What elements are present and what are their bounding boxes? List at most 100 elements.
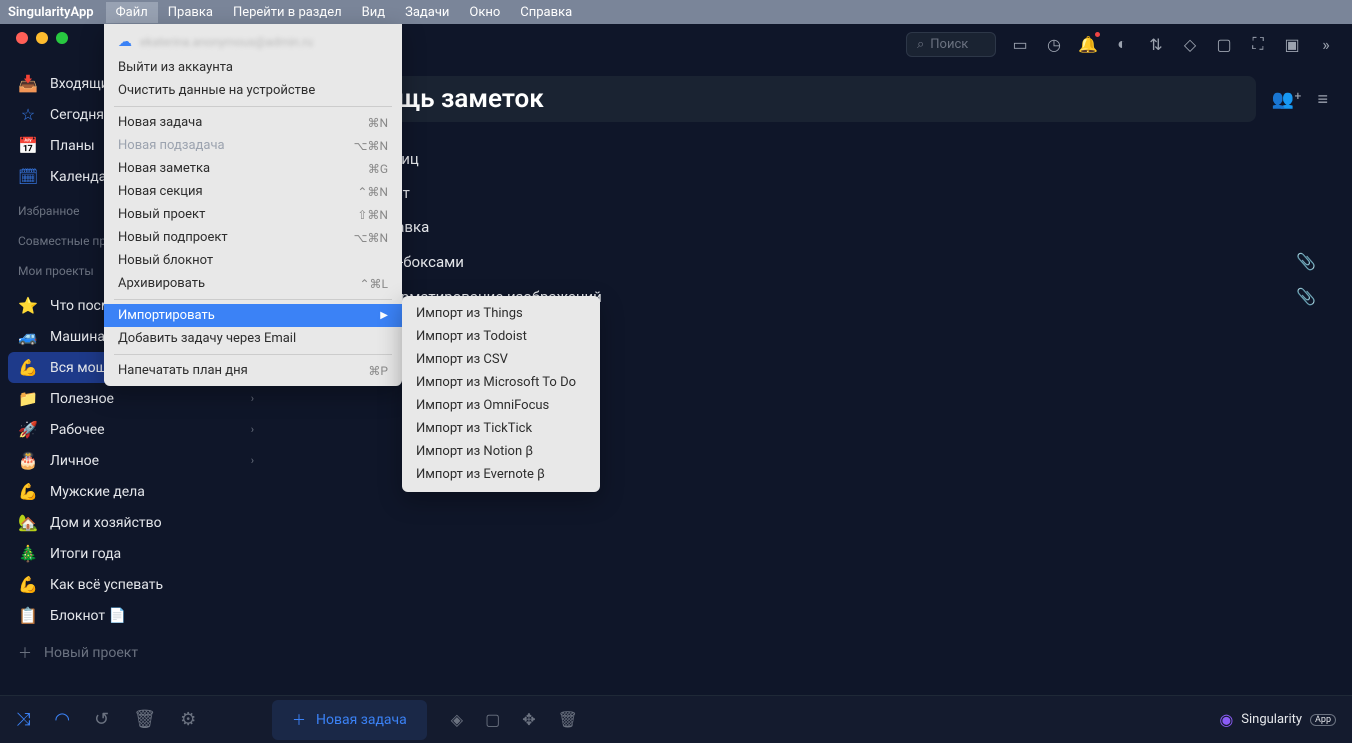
activity-icon[interactable]: ◐ (1112, 34, 1132, 54)
menu-shortcut: ⌃⌘N (357, 185, 388, 199)
account-email: ekaterina.anonymous@admin.ru (140, 35, 313, 49)
calendar-grid-icon: 🗓 (18, 167, 38, 186)
app-name: SingularityApp (8, 5, 94, 20)
file-menu-item[interactable]: Новый проект⇧⌘N (104, 203, 402, 226)
menu-import[interactable]: Импортировать ▶ (104, 304, 402, 327)
gear-icon[interactable]: ⚙ (180, 709, 196, 730)
title-actions: 👥⁺ ≡ (1272, 89, 1328, 110)
topbar: ⌕ Поиск ▭ ◷ 🔔 ◐ ⇅ ◇ ▢ ⛶ ▣ » (272, 24, 1352, 64)
import-submenu-item[interactable]: Импорт из Things (402, 302, 600, 325)
import-submenu-item[interactable]: Импорт из Notion β (402, 440, 600, 463)
more-icon[interactable]: » (1316, 34, 1336, 54)
bell-icon[interactable]: 🔔 (1078, 34, 1098, 54)
sidebar-project-item[interactable]: 💪Как всё успевать (0, 569, 272, 600)
date-icon[interactable]: ▢ (485, 710, 500, 729)
file-menu-item[interactable]: Новый блокнот (104, 249, 402, 272)
sidebar-project-item[interactable]: 📋Блокнот 📄 (0, 600, 272, 631)
file-menu-item[interactable]: Новый подпроект⌥⌘N (104, 226, 402, 249)
history-icon[interactable]: ↺ (94, 709, 109, 730)
delete-icon[interactable]: 🗑 (558, 710, 578, 729)
calendar-day-icon: 📅 (18, 136, 38, 155)
file-menu-item[interactable]: Новая заметка⌘G (104, 157, 402, 180)
import-submenu-item[interactable]: Импорт из TickTick (402, 417, 600, 440)
sidebar-item-label: Сегодня (50, 107, 104, 123)
brand-name: Singularity (1241, 712, 1302, 727)
display-icon[interactable]: ▢ (1214, 34, 1234, 54)
focus-icon[interactable]: ⛶ (1248, 34, 1268, 54)
content-task-line[interactable]: Список с чек-боксами📎 (296, 244, 1328, 279)
panel-icon[interactable]: ▣ (1282, 34, 1302, 54)
menu-logout[interactable]: Выйти из аккаунта (104, 56, 402, 79)
add-project-button[interactable]: ＋ Новый проект (0, 635, 272, 671)
file-menu-item[interactable]: Архивировать⌃⌘L (104, 272, 402, 295)
minimize-window-button[interactable] (36, 32, 48, 44)
menu-help[interactable]: Справка (510, 2, 582, 23)
menu-goto[interactable]: Перейти в раздел (223, 2, 352, 23)
plus-icon: ＋ (18, 643, 32, 663)
menu-account-row[interactable]: ☁ ekaterina.anonymous@admin.ru (104, 28, 402, 56)
menu-edit[interactable]: Правка (158, 2, 223, 23)
chevron-right-icon: ▶ (380, 310, 388, 321)
import-submenu-item[interactable]: Импорт из Todoist (402, 325, 600, 348)
menu-divider (114, 106, 392, 107)
import-submenu-item[interactable]: Импорт из CSV (402, 348, 600, 371)
layers-icon[interactable]: ◈ (451, 710, 463, 729)
star-icon: ☆ (18, 105, 38, 124)
menu-file[interactable]: Файл (106, 2, 158, 23)
trash-icon[interactable]: 🗑 (133, 709, 156, 730)
sidebar-project-item[interactable]: 🎂Личное› (0, 445, 272, 476)
project-emoji-icon: 📁 (18, 389, 38, 408)
project-emoji-icon: 🚀 (18, 420, 38, 439)
timer-icon[interactable]: ◷ (1044, 34, 1064, 54)
inbox-icon: 📥 (18, 74, 38, 93)
add-project-label: Новый проект (44, 645, 138, 661)
content-task-line[interactable]: Вставка таблиц (296, 142, 1328, 176)
file-menu-item[interactable]: Новая секция⌃⌘N (104, 180, 402, 203)
cloud-icon: ☁ (118, 34, 132, 50)
settings-lines-icon[interactable]: ≡ (1317, 89, 1328, 110)
title-row: Вся мощь заметок 👥⁺ ≡ (272, 64, 1352, 134)
maximize-window-button[interactable] (56, 32, 68, 44)
project-label: Полезное (50, 391, 114, 407)
import-submenu-item[interactable]: Импорт из Evernote β (402, 463, 600, 486)
menu-shortcut: ⌃⌘L (359, 277, 388, 291)
file-menu-dropdown: ☁ ekaterina.anonymous@admin.ru Выйти из … (104, 24, 402, 386)
close-window-button[interactable] (16, 32, 28, 44)
share-icon[interactable]: 👥⁺ (1272, 89, 1302, 110)
menu-view[interactable]: Вид (352, 2, 395, 23)
import-submenu-item[interactable]: Импорт из OmniFocus (402, 394, 600, 417)
import-submenu-item[interactable]: Импорт из Microsoft To Do (402, 371, 600, 394)
move-icon[interactable]: ✥ (522, 710, 535, 729)
content-task-line[interactable]: Цветной текст (296, 176, 1328, 210)
sidebar-project-item[interactable]: 🎄Итоги года (0, 538, 272, 569)
project-emoji-icon: 💪 (18, 575, 38, 594)
new-task-button[interactable]: ＋ Новая задача (272, 700, 427, 740)
menu-print[interactable]: Напечатать план дня ⌘P (104, 359, 402, 382)
search-icon: ⌕ (917, 37, 924, 52)
tag-icon[interactable]: ◇ (1180, 34, 1200, 54)
filter-icon[interactable]: ⇅ (1146, 34, 1166, 54)
attachment-icon[interactable]: 📎 (1296, 252, 1316, 271)
sidebar-project-item[interactable]: 🚀Рабочее› (0, 414, 272, 445)
project-label: Итоги года (50, 546, 121, 562)
menu-clear-data[interactable]: Очистить данные на устройстве (104, 79, 402, 102)
search-input[interactable]: ⌕ Поиск (906, 32, 996, 57)
menu-tasks[interactable]: Задачи (395, 2, 459, 23)
content-task-line[interactable]: Быстрая вставка (296, 210, 1328, 244)
project-emoji-icon: 📋 (18, 606, 38, 625)
shuffle-icon[interactable]: ⤨ (16, 709, 30, 730)
menu-window[interactable]: Окно (459, 2, 510, 23)
menu-add-via-email[interactable]: Добавить задачу через Email (104, 327, 402, 350)
attachment-icon[interactable]: 📎 (1296, 287, 1316, 306)
file-menu-item[interactable]: Новая задача⌘N (104, 111, 402, 134)
sidebar-project-item[interactable]: 💪Мужские дела (0, 476, 272, 507)
rainbow-icon[interactable]: ◠ (54, 709, 70, 730)
menu-shortcut: ⇧⌘N (357, 208, 388, 222)
page-title[interactable]: Вся мощь заметок (296, 76, 1256, 122)
sidebar-project-item[interactable]: 🏡Дом и хозяйство (0, 507, 272, 538)
calendar-icon[interactable]: ▭ (1010, 34, 1030, 54)
sidebar-project-item[interactable]: 📁Полезное› (0, 383, 272, 414)
import-submenu: Импорт из ThingsИмпорт из TodoistИмпорт … (402, 296, 600, 492)
search-placeholder: Поиск (930, 37, 968, 52)
menu-item-label: Новая задача (118, 115, 202, 130)
